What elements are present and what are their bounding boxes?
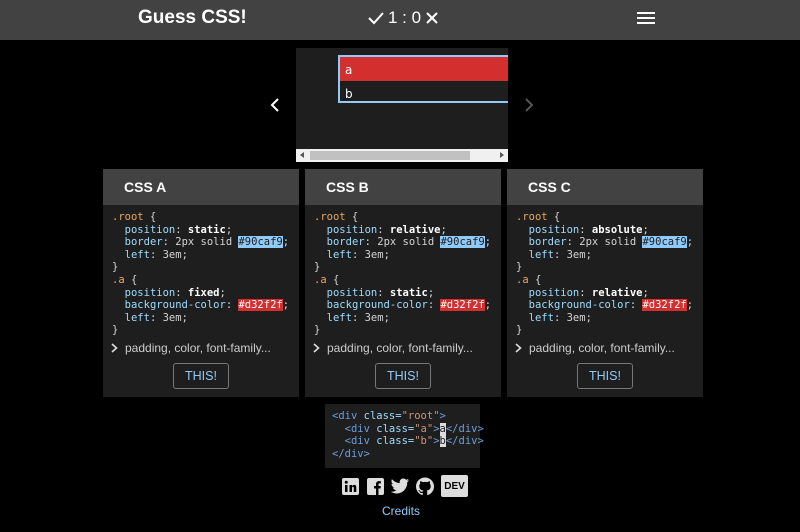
dev-icon-label: DEV [444, 480, 465, 492]
css-code-block: .root { position: static; border: 2px so… [112, 211, 290, 337]
css-option-card: CSS A .root { position: static; border: 2… [103, 169, 299, 397]
twitter-icon[interactable] [391, 477, 409, 495]
dev-icon[interactable]: DEV [441, 475, 468, 497]
preview-row-a: a [340, 57, 508, 81]
scroll-left-icon[interactable] [300, 152, 304, 158]
css-option-label: CSS C [528, 179, 571, 195]
more-properties-text: padding, color, font-family... [125, 341, 271, 355]
scrollbar-thumb[interactable] [310, 151, 470, 160]
html-snippet-code: <div class="root"> <div class="a">a</div… [332, 410, 484, 460]
more-properties-toggle[interactable]: padding, color, font-family... [515, 341, 675, 355]
hamburger-menu-icon[interactable] [637, 12, 655, 28]
css-option-card: CSS C .root { position: absolute; border:… [507, 169, 703, 397]
css-option-header: CSS B [305, 169, 501, 205]
preview-row-b: b [340, 81, 508, 103]
css-option-label: CSS B [326, 179, 369, 195]
preview-row-b-text: b [345, 87, 353, 101]
app-title: Guess CSS! [138, 7, 247, 28]
credits-link[interactable]: Credits [382, 504, 420, 518]
next-arrow-icon[interactable] [519, 94, 539, 116]
css-option-header: CSS A [103, 169, 299, 205]
linkedin-icon[interactable] [341, 477, 359, 495]
css-code-block: .root { position: relative; border: 2px … [314, 211, 492, 337]
html-snippet: <div class="root"> <div class="a">a</div… [325, 404, 484, 468]
preview-root-box: a b [338, 55, 508, 103]
css-option-card: CSS B .root { position: relative; border:… [305, 169, 501, 397]
prev-arrow-icon[interactable] [265, 94, 285, 116]
css-code-block: .root { position: absolute; border: 2px … [516, 211, 694, 337]
chevron-right-icon [515, 343, 522, 353]
github-icon[interactable] [416, 477, 434, 495]
more-properties-text: padding, color, font-family... [327, 341, 473, 355]
preview-pane: a b [296, 48, 508, 162]
css-option-label: CSS A [124, 179, 167, 195]
more-properties-toggle[interactable]: padding, color, font-family... [111, 341, 271, 355]
facebook-icon[interactable] [366, 477, 384, 495]
social-links: DEV [341, 475, 468, 497]
preview-row-a-text: a [345, 63, 353, 77]
horizontal-scrollbar[interactable] [296, 149, 508, 162]
score-text: 1 : 0 [388, 8, 422, 27]
choose-option-button[interactable]: THIS! [375, 363, 431, 389]
check-icon [368, 12, 384, 25]
more-properties-text: padding, color, font-family... [529, 341, 675, 355]
more-properties-toggle[interactable]: padding, color, font-family... [313, 341, 473, 355]
choose-option-button[interactable]: THIS! [173, 363, 229, 389]
choose-option-button[interactable]: THIS! [577, 363, 633, 389]
chevron-right-icon [313, 343, 320, 353]
scroll-right-icon[interactable] [500, 152, 504, 158]
cross-icon [426, 12, 438, 24]
app-header: Guess CSS! 1 : 0 [0, 0, 800, 40]
css-option-header: CSS C [507, 169, 703, 205]
chevron-right-icon [111, 343, 118, 353]
score-display: 1 : 0 [368, 8, 439, 28]
